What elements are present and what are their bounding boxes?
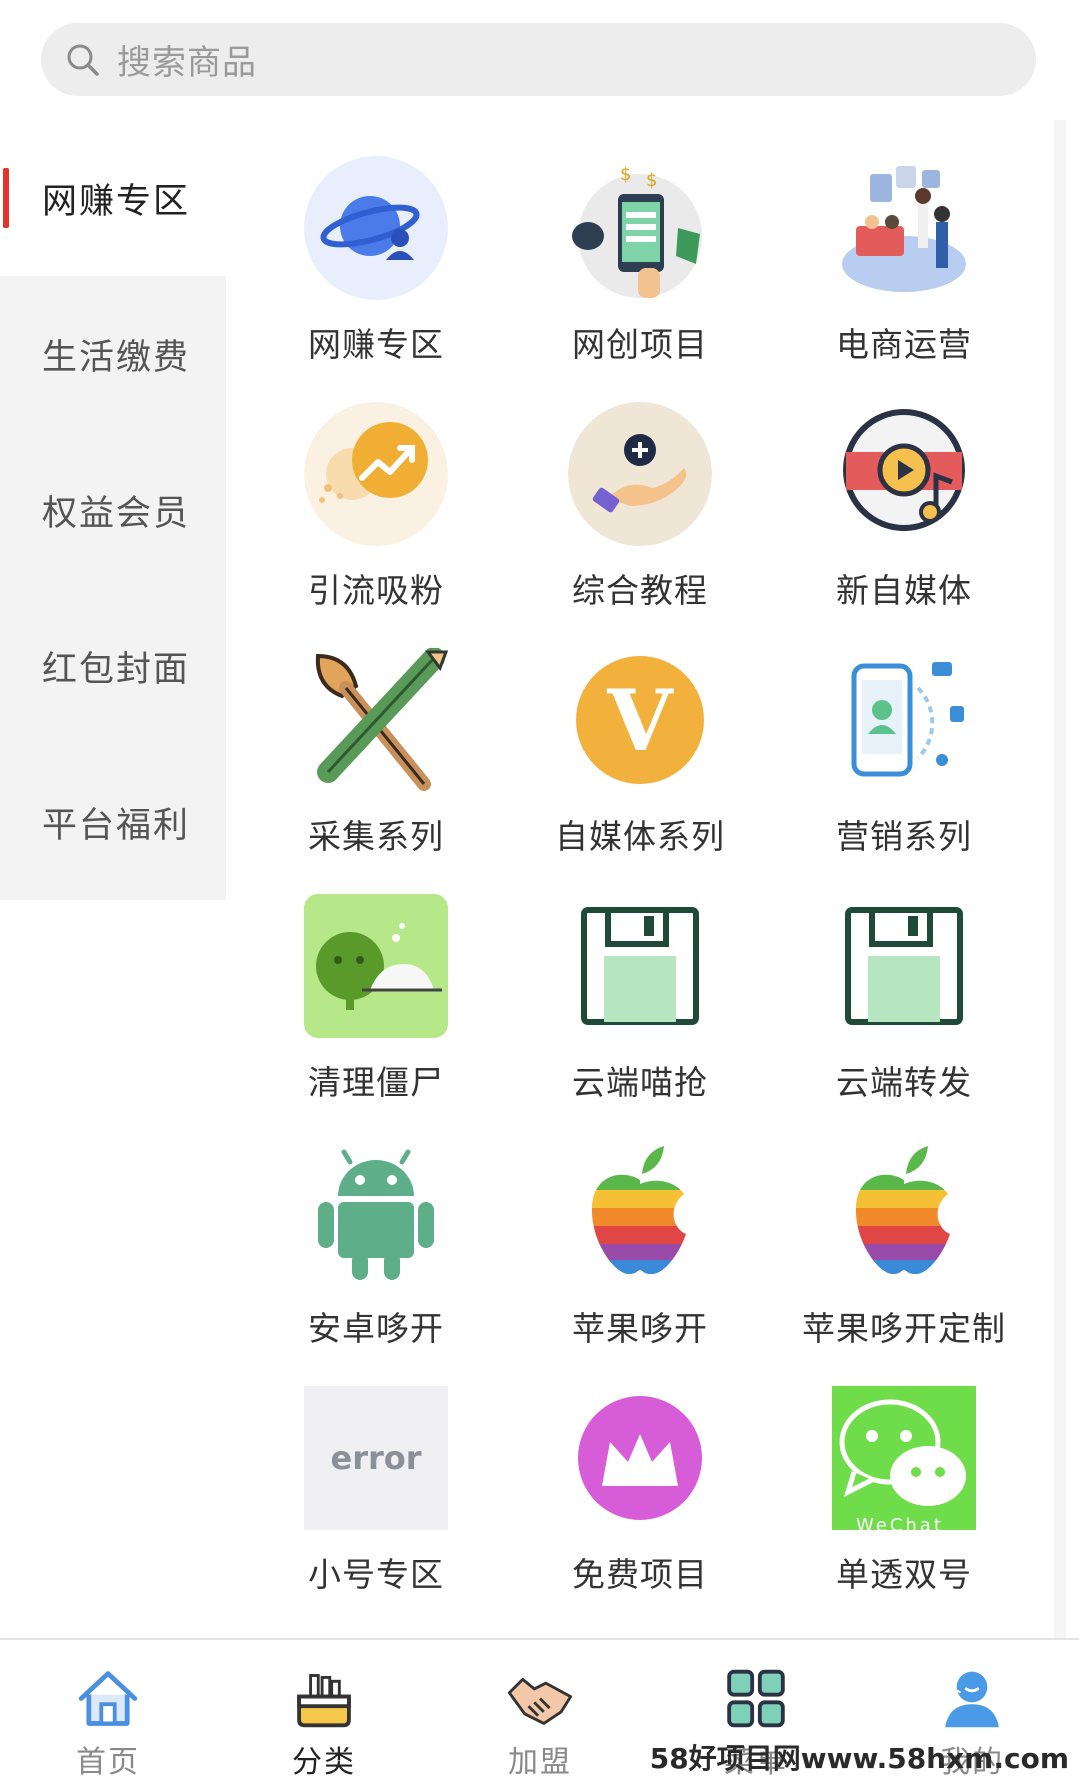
sidebar-item-label: 红包封面 <box>42 649 191 690</box>
v-badge-icon: V <box>576 656 704 784</box>
grid-item-label: 小号专区 <box>308 1555 444 1594</box>
grid-item[interactable]: 安卓哆开 <box>244 1104 508 1350</box>
growth-arrow-icon <box>304 402 448 546</box>
error-image-text: error <box>330 1439 422 1477</box>
grid-item-label: 网赚专区 <box>308 325 444 364</box>
grid-item-label: 自媒体系列 <box>555 817 725 856</box>
category-box-icon <box>297 1674 351 1728</box>
tab-label: 加盟 <box>508 1745 572 1780</box>
apple-icon <box>855 1146 950 1275</box>
grid-item[interactable]: 电商运营 <box>772 120 1036 366</box>
svg-text:$: $ <box>646 170 657 191</box>
search-bar[interactable]: 搜索商品 <box>41 23 1036 96</box>
grid-item[interactable]: error 小号专区 <box>244 1350 508 1596</box>
sidebar-item-red-envelope[interactable]: 红包封面 <box>0 588 226 744</box>
sidebar-item-wangzhuan[interactable]: 网赚专区 <box>0 120 226 276</box>
media-play-icon <box>843 409 965 531</box>
grid-item[interactable]: 苹果哆开 <box>508 1104 772 1350</box>
sidebar-item-label: 平台福利 <box>42 805 191 846</box>
grid-item-label: 清理僵尸 <box>308 1063 444 1102</box>
sidebar-item-label: 生活缴费 <box>42 337 191 378</box>
grid-item-label: 免费项目 <box>572 1555 708 1594</box>
category-sidebar: 网赚专区 生活缴费 权益会员 红包封面 平台福利 <box>0 120 226 900</box>
grid-menu-icon <box>727 1669 785 1728</box>
globe-user-icon <box>304 156 448 300</box>
apple-icon <box>591 1146 686 1275</box>
search-icon <box>67 44 99 76</box>
search-placeholder[interactable]: 搜索商品 <box>117 35 257 84</box>
grid-item-label: 引流吸粉 <box>308 571 444 610</box>
phone-marketing-icon <box>851 662 964 777</box>
grid-item-label: 采集系列 <box>308 817 444 856</box>
grid-item[interactable]: 苹果哆开定制 <box>772 1104 1036 1350</box>
grid-item[interactable]: 云端喵抢 <box>508 858 772 1104</box>
grid-item-label: 营销系列 <box>836 817 972 856</box>
grid-item-label: 单透双号 <box>836 1555 972 1594</box>
phone-money-icon: $ $ <box>572 164 702 298</box>
bottom-tabbar: 首页 分类 加盟 菜单 我的 58好项目网www.58hxm.com <box>0 1638 1079 1781</box>
crown-icon <box>578 1396 702 1520</box>
tab-join[interactable]: 加盟 <box>432 1640 648 1781</box>
grid-item[interactable]: 采集系列 <box>244 612 508 858</box>
grid-item[interactable]: $ $ 网创项目 <box>508 120 772 366</box>
grid-item[interactable]: 营销系列 <box>772 612 1036 858</box>
grid-item-label: 综合教程 <box>572 571 708 610</box>
grid-item-label: 网创项目 <box>572 325 708 364</box>
sidebar-item-label: 权益会员 <box>42 493 191 534</box>
grid-item[interactable]: 引流吸粉 <box>244 366 508 612</box>
hand-plus-icon <box>568 402 712 546</box>
tab-label: 分类 <box>292 1745 356 1780</box>
tab-label: 首页 <box>76 1745 140 1780</box>
grid-item[interactable]: 综合教程 <box>508 366 772 612</box>
grid-item-label: 新自媒体 <box>836 571 972 610</box>
svg-text:V: V <box>606 671 674 770</box>
user-icon <box>945 1671 999 1728</box>
grid-item[interactable]: 新自媒体 <box>772 366 1036 612</box>
grid-item-label: 云端喵抢 <box>572 1063 708 1102</box>
floppy-disk-icon <box>845 907 963 1025</box>
sidebar-item-membership[interactable]: 权益会员 <box>0 432 226 588</box>
error-image-icon: error <box>304 1386 448 1530</box>
grid-item-label: 云端转发 <box>836 1063 972 1102</box>
wechat-icon <box>839 1399 966 1506</box>
android-icon <box>318 1149 434 1280</box>
grid-item-label: 苹果哆开 <box>572 1309 708 1348</box>
wechat-clean-icon <box>304 894 448 1038</box>
grid-item[interactable]: V 自媒体系列 <box>508 612 772 858</box>
grid-item-label: 安卓哆开 <box>308 1309 444 1348</box>
sidebar-item-life-payment[interactable]: 生活缴费 <box>0 276 226 432</box>
grid-item[interactable]: WeChat 单透双号 <box>772 1350 1036 1596</box>
grid-item-label: 电商运营 <box>836 325 972 364</box>
tab-category[interactable]: 分类 <box>216 1640 432 1781</box>
ecommerce-people-icon <box>842 166 966 292</box>
handshake-icon <box>507 1677 573 1725</box>
grid-item-label: 苹果哆开定制 <box>802 1309 1006 1348</box>
grid-item[interactable]: 网赚专区 <box>244 120 508 366</box>
category-grid: 网赚专区 $ $ 网创项目 电商运营 引流吸粉 综合教程 新自媒体 采集系列 V… <box>240 120 1066 1640</box>
brush-pencil-icon <box>315 648 448 791</box>
grid-item[interactable]: 云端转发 <box>772 858 1036 1104</box>
tab-home[interactable]: 首页 <box>0 1640 216 1781</box>
sidebar-item-platform-welfare[interactable]: 平台福利 <box>0 744 226 900</box>
watermark-text: 58好项目网www.58hxm.com <box>649 1742 1069 1775</box>
floppy-disk-icon <box>581 907 699 1025</box>
wechat-text: WeChat <box>856 1515 944 1530</box>
home-icon <box>78 1671 138 1726</box>
grid-item[interactable]: 免费项目 <box>508 1350 772 1596</box>
svg-text:$: $ <box>620 164 631 185</box>
grid-item[interactable]: 清理僵尸 <box>244 858 508 1104</box>
sidebar-item-label: 网赚专区 <box>42 181 191 222</box>
